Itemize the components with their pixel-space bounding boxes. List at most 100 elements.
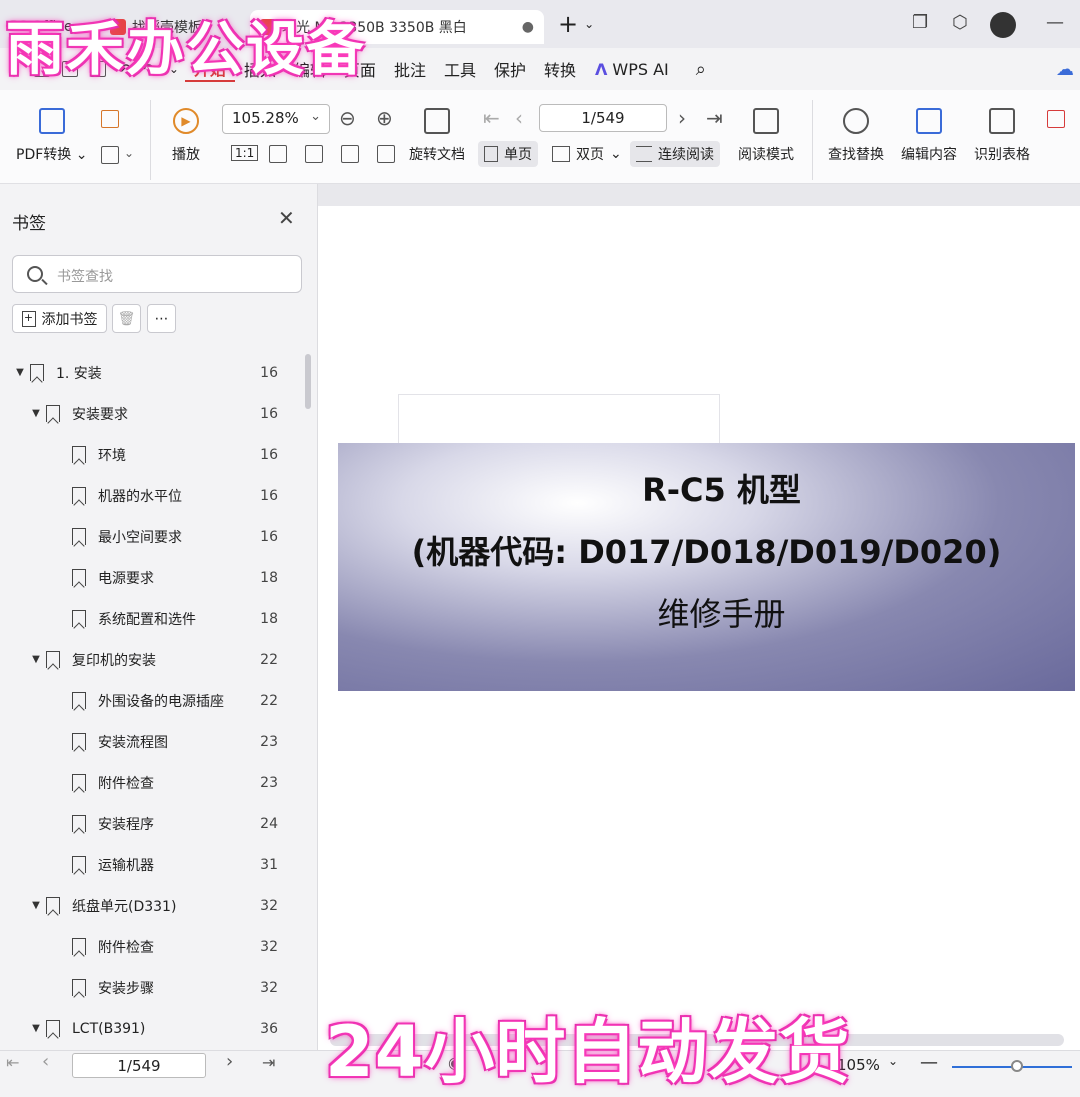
avatar[interactable] <box>990 12 1016 38</box>
menu-protect[interactable]: 保护 <box>485 57 535 81</box>
last-page-icon[interactable]: ⇥ <box>262 1053 275 1072</box>
continuous-read-icon <box>636 146 652 162</box>
menu-convert[interactable]: 转换 <box>535 57 585 81</box>
menu-tools[interactable]: 工具 <box>435 57 485 81</box>
page-number-input[interactable]: 1/549 <box>539 104 667 132</box>
next-page-icon[interactable]: › <box>226 1051 233 1072</box>
bookmark-item[interactable]: ▼ 复印机的安装 22 <box>0 639 300 680</box>
expand-toggle-icon[interactable]: ▼ <box>30 654 42 665</box>
bookmark-icon <box>72 938 86 955</box>
bookmark-item[interactable]: ▼ 1. 安装 16 <box>0 352 300 393</box>
menu-wps-ai[interactable]: WPS AI <box>607 60 677 79</box>
double-page-button[interactable]: 双页 ⌄ <box>552 144 622 164</box>
more-tools-icon[interactable] <box>1047 110 1065 128</box>
bookmark-icon <box>72 487 86 504</box>
next-page-icon[interactable]: › <box>678 106 686 130</box>
recognize-table-button[interactable]: 识别表格 <box>974 108 1030 164</box>
bookmark-item[interactable]: 安装步骤 32 <box>0 967 300 1008</box>
expand-toggle-icon[interactable]: ▼ <box>30 900 42 911</box>
bookmark-icon <box>72 528 86 545</box>
bookmark-item[interactable]: 安装程序 24 <box>0 803 300 844</box>
bookmark-page-number: 18 <box>260 569 278 586</box>
zoom-value: 105.28% <box>232 109 299 127</box>
first-page-icon[interactable]: ⇤ <box>6 1053 19 1072</box>
zoom-minus-icon[interactable]: — <box>920 1052 938 1073</box>
watermark-bottom: 24小时自动发货 <box>325 1011 851 1093</box>
copy-page-icon[interactable] <box>101 146 119 164</box>
bookmark-item[interactable]: 附件检查 32 <box>0 926 300 967</box>
new-tab-icon[interactable]: + <box>558 10 578 38</box>
panel-scrollbar[interactable] <box>305 354 311 409</box>
expand-toggle-icon[interactable]: ▼ <box>30 408 42 419</box>
bookmark-item[interactable]: 电源要求 18 <box>0 557 300 598</box>
fit-page-icon[interactable] <box>269 145 287 163</box>
fit-width-icon[interactable] <box>305 145 323 163</box>
cloud-sync-icon[interactable]: ☁ <box>1056 59 1074 80</box>
last-page-icon[interactable]: ⇥ <box>706 106 723 130</box>
expand-toggle-icon[interactable]: ▼ <box>30 1023 42 1034</box>
zoom-slider-handle[interactable] <box>1011 1060 1023 1072</box>
rotate-document-button[interactable]: 旋转文档 <box>409 108 465 164</box>
bookmark-page-number: 18 <box>260 610 278 627</box>
bookmark-item[interactable]: ▼ LCT(B391) 36 <box>0 1008 300 1049</box>
zoom-out-icon[interactable]: ⊖ <box>339 106 356 130</box>
status-zoom-chevron-icon[interactable]: ⌄ <box>888 1054 898 1068</box>
tab-list-chevron-icon[interactable]: ⌄ <box>584 17 594 31</box>
cube-icon[interactable]: ⬡ <box>952 12 968 33</box>
add-bookmark-button[interactable]: + 添加书签 <box>12 304 107 333</box>
play-button[interactable]: ▶ 播放 <box>172 108 200 164</box>
find-icon <box>843 108 869 134</box>
bookmark-item[interactable]: 环境 16 <box>0 434 300 475</box>
more-options-button[interactable]: ⋯ <box>147 304 176 333</box>
single-page-button[interactable]: 单页 <box>478 141 538 167</box>
read-mode-button[interactable]: 阅读模式 <box>738 108 794 164</box>
book-icon <box>753 108 779 134</box>
bookmark-item[interactable]: 机器的水平位 16 <box>0 475 300 516</box>
actual-size-label: 1:1 <box>235 146 255 160</box>
bookmark-panel: 书签 ✕ 书签查找 + 添加书签 🗑 ⋯ ▼ 1. 安装 16 ▼ 安装要求 16 环境 16… <box>0 184 318 1050</box>
bookmark-item[interactable]: ▼ 安装要求 16 <box>0 393 300 434</box>
zoom-in-icon[interactable]: ⊕ <box>376 106 393 130</box>
double-page-label: 双页 <box>576 147 604 163</box>
bookmark-item[interactable]: 外围设备的电源插座 22 <box>0 680 300 721</box>
delete-bookmark-button[interactable]: 🗑 <box>112 304 141 333</box>
edit-content-button[interactable]: 编辑内容 <box>901 108 957 164</box>
rotate-left-icon[interactable] <box>341 145 359 163</box>
pdf-convert-button[interactable]: PDF转换 ⌄ <box>16 108 87 164</box>
bookmark-page-number: 16 <box>260 487 278 504</box>
minimize-icon[interactable]: — <box>1046 12 1064 33</box>
bookmark-icon <box>72 815 86 832</box>
bookmark-page-number: 16 <box>260 528 278 545</box>
rotate-right-icon[interactable] <box>377 145 395 163</box>
bookmark-page-number: 22 <box>260 692 278 709</box>
continuous-read-button[interactable]: 连续阅读 <box>630 141 720 167</box>
bookmark-label: 纸盘单元(D331) <box>72 898 177 915</box>
tab-close-icon[interactable]: ● <box>522 19 534 35</box>
zoom-select[interactable]: 105.28% ⌄ <box>222 104 330 134</box>
trash-icon: 🗑 <box>117 310 136 327</box>
find-replace-button[interactable]: 查找替换 <box>828 108 884 164</box>
bookmark-item[interactable]: 安装流程图 23 <box>0 721 300 762</box>
bookmark-item[interactable]: 最小空间要求 16 <box>0 516 300 557</box>
bookmark-label: 复印机的安装 <box>72 652 156 669</box>
close-icon[interactable]: ✕ <box>278 206 295 230</box>
bookmark-page-number: 31 <box>260 856 278 873</box>
expand-toggle-icon[interactable]: ▼ <box>14 367 26 378</box>
bookmark-page-number: 32 <box>260 938 278 955</box>
bookmark-item[interactable]: 系统配置和选件 18 <box>0 598 300 639</box>
extract-icon[interactable] <box>101 110 119 128</box>
menu-annotate[interactable]: 批注 <box>385 57 435 81</box>
bookmark-item[interactable]: ▼ 纸盘单元(D331) 32 <box>0 885 300 926</box>
bookmark-search-input[interactable]: 书签查找 <box>12 255 302 293</box>
search-icon[interactable]: ⌕ <box>696 59 706 80</box>
bookmark-item[interactable]: 附件检查 23 <box>0 762 300 803</box>
actual-size-button[interactable]: 1:1 <box>231 145 259 161</box>
prev-page-icon[interactable]: ‹ <box>515 106 523 130</box>
bookmark-icon <box>72 446 86 463</box>
first-page-icon[interactable]: ⇤ <box>483 106 500 130</box>
copy-page-chevron-icon[interactable]: ⌄ <box>124 146 134 160</box>
prev-page-icon[interactable]: ‹ <box>42 1051 49 1072</box>
status-page-input[interactable]: 1/549 <box>72 1053 206 1078</box>
window-restore-icon[interactable]: ❐ <box>912 12 928 33</box>
bookmark-item[interactable]: 运输机器 31 <box>0 844 300 885</box>
